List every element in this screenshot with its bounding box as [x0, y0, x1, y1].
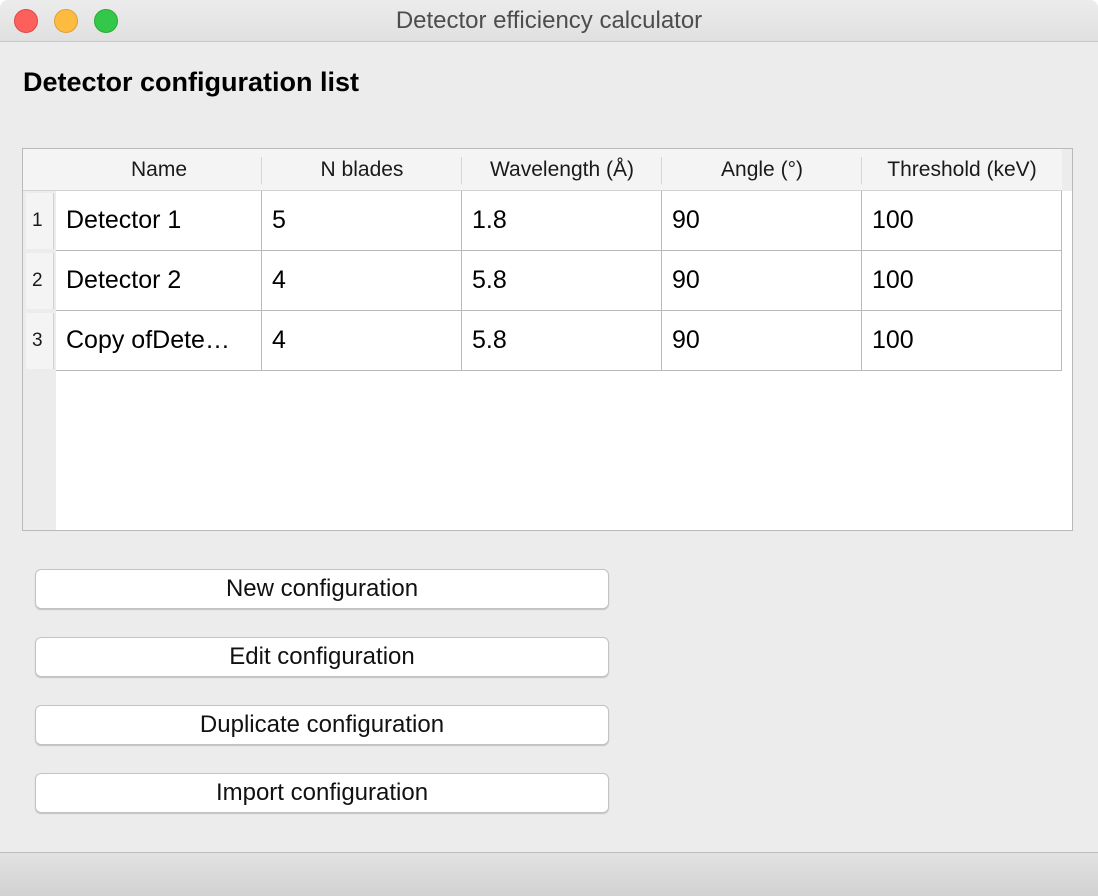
new-configuration-button[interactable]: New configuration: [35, 569, 609, 609]
table-cell[interactable]: 90: [662, 191, 862, 251]
header-scroll-corner: [1062, 149, 1072, 191]
table-cell[interactable]: 90: [662, 251, 862, 311]
table-cell[interactable]: 100: [862, 251, 1062, 311]
table-header: Name N blades Wavelength (Å) Angle (°) T…: [56, 149, 1062, 191]
table-cell[interactable]: 5.8: [462, 251, 662, 311]
column-header-threshold[interactable]: Threshold (keV): [862, 149, 1062, 191]
title-bar: Detector efficiency calculator: [0, 0, 1098, 42]
table-cell[interactable]: 5.8: [462, 311, 662, 371]
table-cell[interactable]: 5: [262, 191, 462, 251]
column-header-label: Wavelength (Å): [490, 158, 634, 181]
table-cell[interactable]: 100: [862, 191, 1062, 251]
column-header-n-blades[interactable]: N blades: [262, 149, 462, 191]
table-cell[interactable]: Copy ofDete…: [56, 311, 262, 371]
app-window: Detector efficiency calculator Detector …: [0, 0, 1098, 896]
column-header-wavelength[interactable]: Wavelength (Å): [462, 149, 662, 191]
table-corner[interactable]: [23, 149, 56, 191]
window-title: Detector efficiency calculator: [395, 7, 703, 34]
column-header-label: Name: [130, 158, 188, 181]
column-header-label: N blades: [320, 158, 404, 181]
table-cell[interactable]: 4: [262, 311, 462, 371]
column-header-label: Angle (°): [721, 158, 803, 181]
table-cell[interactable]: 90: [662, 311, 862, 371]
row-header-1[interactable]: 1: [26, 193, 54, 249]
column-header-label: Threshold (keV): [887, 158, 1037, 181]
row-header-2[interactable]: 2: [26, 253, 54, 309]
table-cell[interactable]: 4: [262, 251, 462, 311]
table-cell[interactable]: Detector 1: [56, 191, 262, 251]
page-title: Detector configuration list: [23, 67, 360, 97]
row-header-3[interactable]: 3: [26, 313, 54, 369]
column-header-angle[interactable]: Angle (°): [662, 149, 862, 191]
column-header-name[interactable]: Name: [56, 149, 262, 191]
configuration-table[interactable]: Name N blades Wavelength (Å) Angle (°) T…: [22, 148, 1073, 531]
table-cell[interactable]: 1.8: [462, 191, 662, 251]
table-cell[interactable]: 100: [862, 311, 1062, 371]
edit-configuration-button[interactable]: Edit configuration: [35, 637, 609, 677]
status-bar: [0, 852, 1098, 896]
import-configuration-button[interactable]: Import configuration: [35, 773, 609, 813]
table-cell[interactable]: Detector 2: [56, 251, 262, 311]
duplicate-configuration-button[interactable]: Duplicate configuration: [35, 705, 609, 745]
